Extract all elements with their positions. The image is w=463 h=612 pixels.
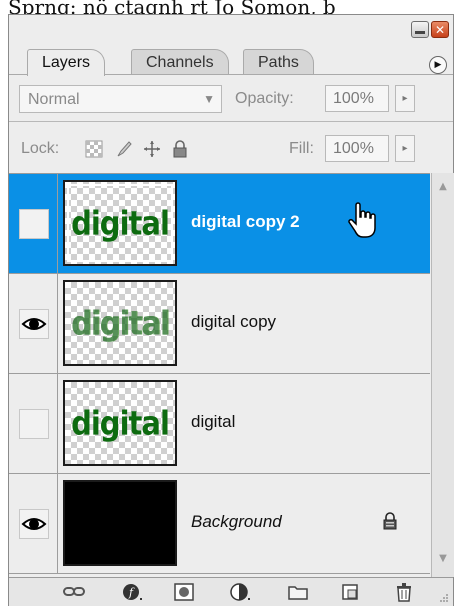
layers-list: digital digital copy 2 digital digital c… (9, 173, 430, 578)
layer-style-icon[interactable]: f (121, 582, 143, 602)
layer-name: digital copy 2 (191, 212, 300, 231)
row-divider (57, 174, 58, 273)
layer-mask-icon[interactable] (173, 582, 195, 602)
scroll-up-arrow-icon[interactable]: ▲ (436, 181, 450, 193)
layer-row-digital-copy-2[interactable]: digital digital copy 2 (9, 174, 430, 274)
row-divider (57, 274, 58, 373)
lock-image-pixels-icon[interactable] (115, 140, 133, 158)
layer-thumbnail: digital (63, 380, 177, 466)
layer-name: digital copy (191, 312, 277, 331)
scroll-down-arrow-icon[interactable]: ▼ (436, 553, 450, 565)
hand-cursor-icon (348, 202, 376, 238)
tab-channels[interactable]: Channels (131, 49, 229, 75)
lock-options-row: Lock: Fill: 100% ▸ (9, 127, 453, 171)
fill-stepper[interactable]: ▸ (395, 135, 415, 162)
blend-options-row: Normal ▼ Opacity: 100% ▸ (9, 77, 453, 121)
title-bar: ✕ (9, 15, 453, 45)
blend-mode-value: Normal (28, 91, 80, 108)
layer-name: digital (191, 412, 236, 431)
thumbnail-text: digital (71, 403, 170, 443)
tab-layers[interactable]: Layers (27, 49, 106, 76)
minimize-button[interactable] (411, 21, 429, 38)
thumbnail-text: digital (71, 203, 170, 243)
fill-label: Fill: (289, 140, 314, 157)
layer-thumbnail: digital (63, 280, 177, 366)
visibility-toggle[interactable] (19, 209, 49, 239)
chevron-down-icon: ▼ (203, 92, 215, 106)
layers-panel: ✕ Layers Channels Paths ▶ Normal ▼ Opaci… (8, 14, 454, 606)
lock-position-icon[interactable] (143, 140, 161, 158)
tab-bar: Layers Channels Paths (21, 45, 441, 76)
fill-field[interactable]: 100% (325, 135, 389, 162)
opacity-stepper[interactable]: ▸ (395, 85, 415, 112)
close-button[interactable]: ✕ (431, 21, 449, 38)
top-caption: Sprng: nö ctagnh rt Jo Somon, b (8, 0, 336, 14)
layer-row-digital[interactable]: digital digital (9, 374, 430, 474)
layer-row-background[interactable]: Background (9, 474, 430, 574)
thumbnail-text: digital (71, 303, 170, 343)
layer-name: Background (191, 512, 282, 531)
opacity-label: Opacity: (235, 90, 294, 107)
lock-all-icon[interactable] (171, 140, 189, 158)
blend-mode-select[interactable]: Normal ▼ (19, 85, 222, 113)
tab-paths[interactable]: Paths (243, 49, 314, 75)
visibility-toggle[interactable] (19, 409, 49, 439)
layer-row-digital-copy[interactable]: digital digital copy (9, 274, 430, 374)
row-divider (57, 474, 58, 573)
link-layers-icon[interactable] (63, 582, 85, 602)
layer-thumbnail (63, 480, 177, 566)
delete-layer-icon[interactable] (393, 582, 415, 602)
eye-icon (21, 318, 47, 330)
new-layer-icon[interactable] (339, 582, 361, 602)
layers-footer: f (9, 577, 453, 606)
new-group-icon[interactable] (287, 582, 309, 602)
row-divider (57, 374, 58, 473)
adjustment-layer-icon[interactable] (229, 582, 251, 602)
minimize-icon (415, 31, 425, 34)
lock-icon (383, 512, 397, 530)
visibility-toggle[interactable] (19, 309, 49, 339)
panel-menu-button[interactable]: ▶ (429, 56, 447, 74)
options-divider (9, 121, 453, 122)
visibility-toggle[interactable] (19, 509, 49, 539)
lock-label: Lock: (21, 140, 60, 157)
resize-grip-icon[interactable] (439, 593, 449, 603)
layers-scrollbar[interactable]: ▲ ▼ (431, 173, 454, 577)
lock-transparent-pixels-icon[interactable] (85, 140, 103, 158)
eye-icon (21, 518, 47, 530)
layer-thumbnail: digital (63, 180, 177, 266)
opacity-field[interactable]: 100% (325, 85, 389, 112)
